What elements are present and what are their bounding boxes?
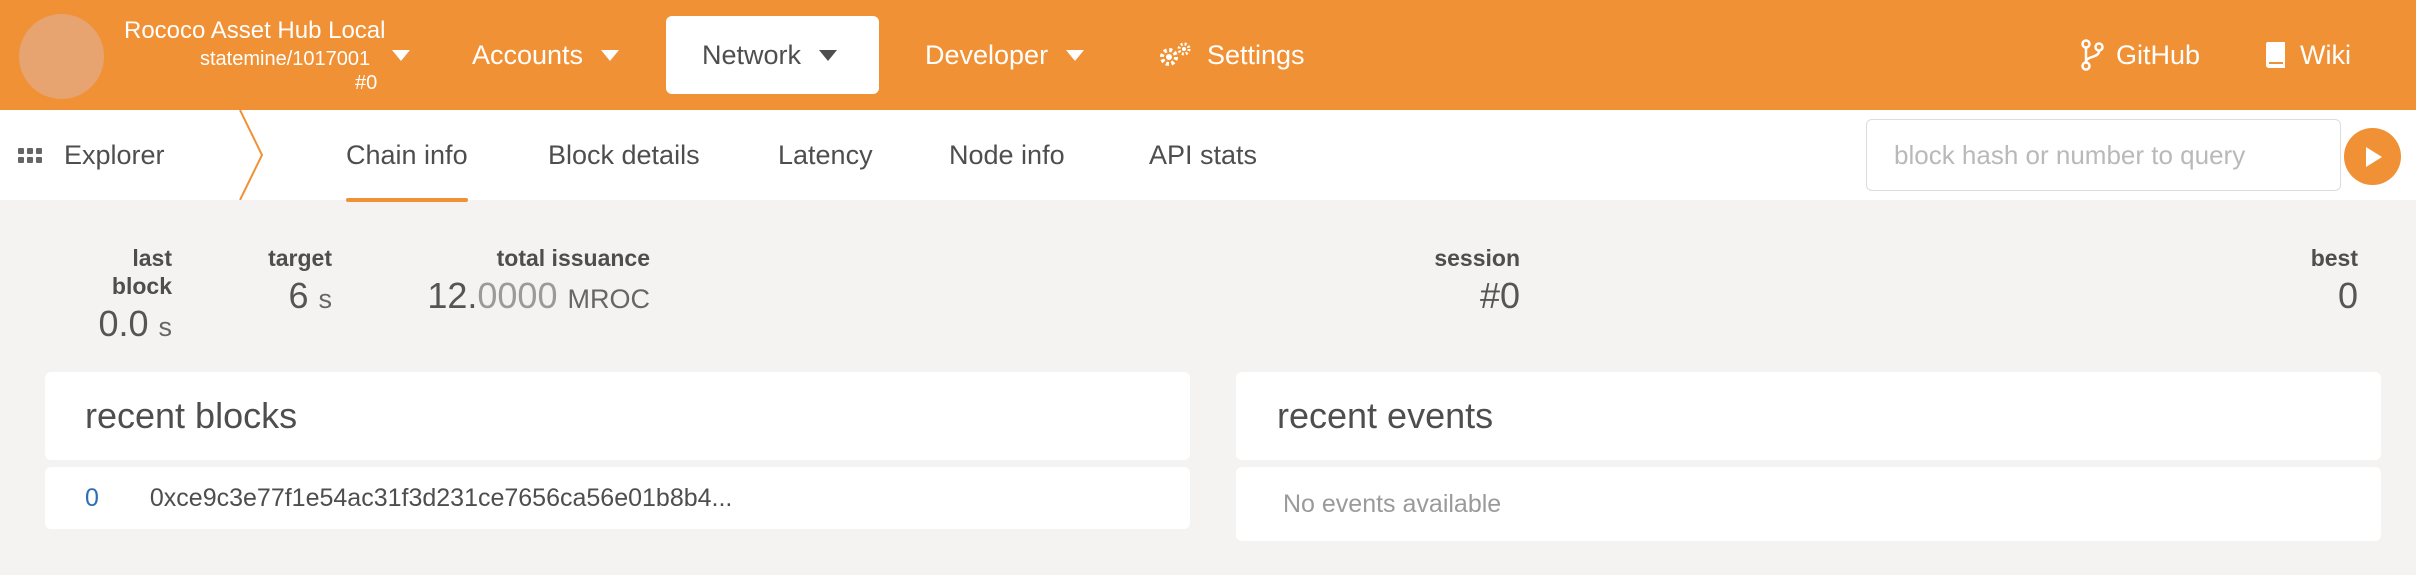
apps-grid-icon [18, 147, 42, 163]
chain-name: Rococo Asset Hub Local [124, 17, 386, 44]
query-submit-button[interactable] [2344, 128, 2401, 185]
last-block-unit: s [158, 312, 173, 342]
git-branch-icon [2081, 39, 2104, 71]
recent-events-header: recent events [1236, 372, 2381, 460]
summary-total-issuance: total issuance 12.0000 MROC [410, 244, 650, 323]
nav-settings[interactable]: Settings [1157, 16, 1305, 94]
block-hash: 0xce9c3e77f1e54ac31f3d231ce7656ca56e01b8… [149, 483, 733, 512]
session-value: #0 [1479, 275, 1520, 316]
best-value: 0 [2337, 275, 2358, 316]
no-events-message: No events available [1283, 489, 1502, 518]
nav-settings-label: Settings [1207, 39, 1305, 70]
caret-down-icon [392, 50, 410, 61]
nav-accounts[interactable]: Accounts [472, 16, 620, 94]
summary-last-block: last block 0.0 s [66, 244, 172, 351]
stat-value: 12.0000 MROC [410, 272, 650, 323]
tab-chain-info[interactable]: Chain info [346, 110, 468, 202]
summary-session: session #0 [1420, 244, 1520, 320]
stat-label: best [2310, 245, 2358, 271]
section-label: Explorer [64, 139, 165, 170]
section-menu-explorer[interactable]: Explorer [18, 110, 165, 200]
table-row: 0 0xce9c3e77f1e54ac31f3d231ce7656ca56e01… [45, 467, 1190, 529]
nav-wiki-label: Wiki [2300, 39, 2351, 70]
nav-network-label: Network [702, 39, 802, 70]
tab-label: API stats [1149, 139, 1258, 170]
nav-accounts-label: Accounts [472, 39, 584, 70]
nav-network[interactable]: Network [666, 16, 879, 94]
tab-api-stats[interactable]: API stats [1149, 110, 1257, 200]
last-block-value: 0.0 [98, 303, 149, 344]
tab-latency[interactable]: Latency [778, 110, 873, 200]
target-value: 6 [288, 275, 309, 316]
tab-label: Block details [548, 139, 700, 170]
chain-selector[interactable]: Rococo Asset Hub Local statemine/1017001… [124, 16, 410, 94]
recent-events-empty-row: No events available [1236, 467, 2381, 541]
stat-value: 0.0 s [66, 300, 172, 351]
stat-label: session [1434, 245, 1520, 271]
stat-label: total issuance [496, 245, 650, 271]
chevron-separator-icon [239, 110, 264, 200]
tab-label: Chain info [346, 139, 468, 170]
tab-node-info[interactable]: Node info [949, 110, 1065, 200]
tab-label: Latency [778, 139, 873, 170]
gear-icon [1160, 42, 1191, 66]
stat-value: 6 s [246, 272, 332, 323]
stat-label: last block [111, 245, 172, 299]
nav-wiki[interactable]: Wiki [2264, 16, 2351, 94]
tab-label: Node info [949, 139, 1065, 170]
issuance-unit: MROC [567, 284, 651, 314]
block-query-input[interactable] [1866, 119, 2341, 191]
nav-developer-label: Developer [925, 39, 1049, 70]
top-nav-bar: Rococo Asset Hub Local statemine/1017001… [0, 0, 2416, 110]
caret-down-icon [1066, 49, 1085, 61]
block-number-link[interactable]: 0 [85, 484, 99, 513]
target-unit: s [318, 284, 333, 314]
caret-down-icon [819, 49, 838, 61]
nav-github[interactable]: GitHub [2080, 16, 2200, 94]
recent-blocks-header: recent blocks [45, 372, 1190, 460]
caret-down-icon [601, 49, 620, 61]
recent-events-title: recent events [1277, 395, 1494, 436]
tab-block-details[interactable]: Block details [548, 110, 700, 200]
issuance-value-main: 12. [427, 275, 478, 316]
nav-github-label: GitHub [2116, 39, 2201, 70]
recent-blocks-title: recent blocks [85, 395, 298, 436]
chain-spec-version: statemine/1017001 [200, 48, 371, 70]
chain-logo-icon[interactable] [19, 14, 104, 99]
play-icon [2365, 146, 2382, 167]
nav-developer[interactable]: Developer [925, 16, 1085, 94]
chain-block-number: #0 [355, 72, 378, 94]
book-icon [2266, 42, 2285, 68]
stat-label: target [268, 245, 332, 271]
sub-nav-bar: Explorer Chain info Block details Latenc… [0, 110, 2416, 202]
issuance-value-decimals: 0000 [477, 275, 558, 316]
summary-target: target 6 s [246, 244, 332, 323]
summary-best: best 0 [2300, 244, 2358, 320]
